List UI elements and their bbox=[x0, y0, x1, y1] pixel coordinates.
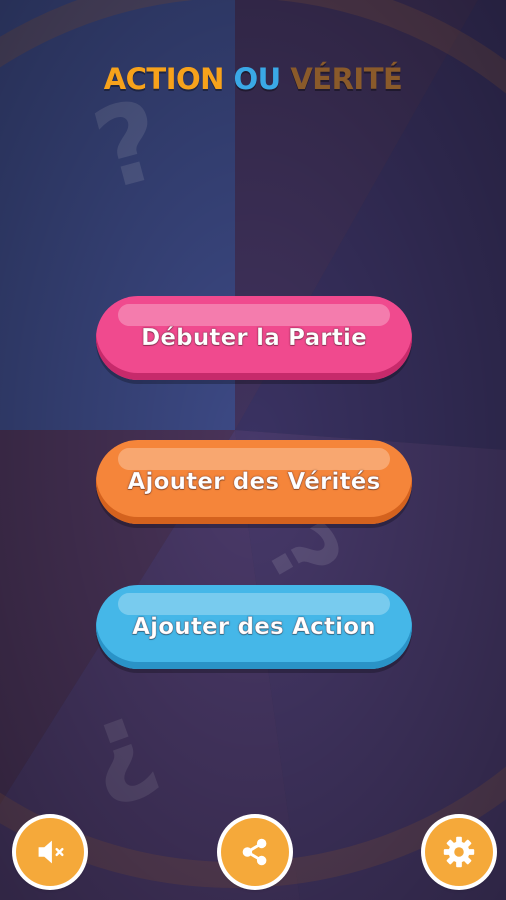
settings-button[interactable] bbox=[425, 818, 493, 886]
add-actions-button[interactable]: Ajouter des Action bbox=[96, 585, 412, 669]
start-game-label: Débuter la Partie bbox=[141, 325, 367, 352]
speaker-muted-icon bbox=[38, 840, 64, 864]
add-truths-button[interactable]: Ajouter des Vérités bbox=[96, 440, 412, 524]
add-truths-label: Ajouter des Vérités bbox=[127, 469, 381, 496]
gear-icon bbox=[443, 836, 475, 868]
add-actions-label: Ajouter des Action bbox=[132, 614, 376, 641]
share-icon bbox=[242, 838, 267, 866]
title-word-action: ACTION bbox=[103, 62, 225, 96]
title-word-verite: VÉRITÉ bbox=[290, 62, 403, 96]
share-button[interactable] bbox=[221, 818, 289, 886]
title-word-ou: OU bbox=[233, 62, 282, 96]
start-game-button[interactable]: Débuter la Partie bbox=[96, 296, 412, 380]
app-title: ACTION OU VÉRITÉ bbox=[0, 62, 506, 96]
sound-toggle-button[interactable] bbox=[16, 818, 84, 886]
